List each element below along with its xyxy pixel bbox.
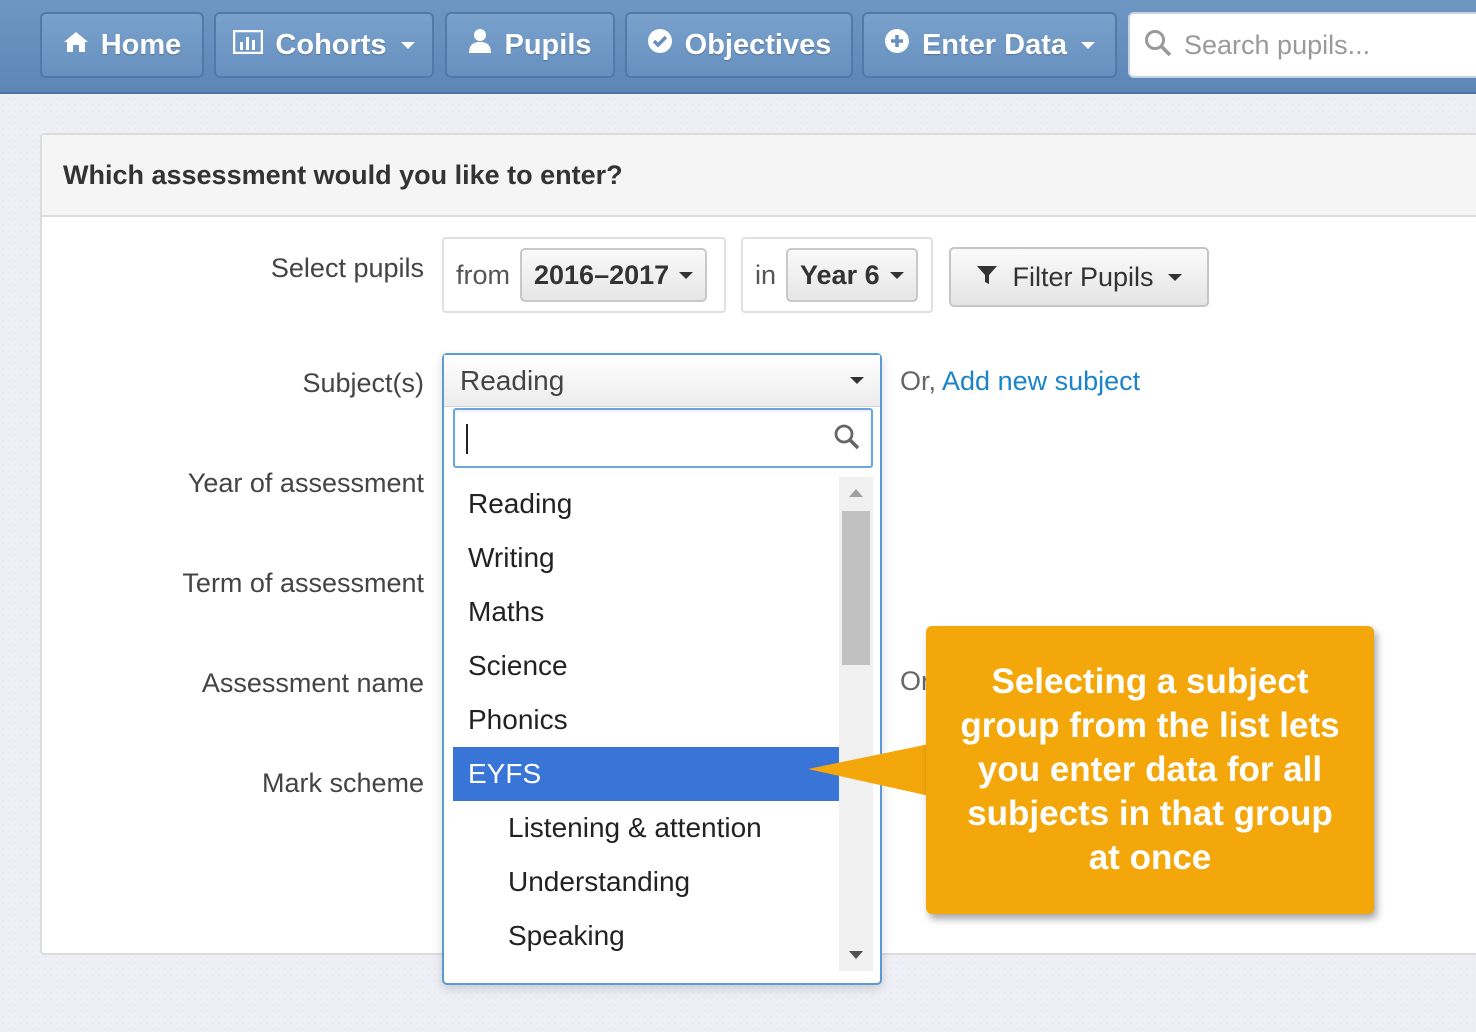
or-label: Or, [900, 366, 937, 396]
search-input[interactable] [1184, 29, 1464, 61]
filter-pupils-label: Filter Pupils [1012, 261, 1154, 292]
nav-enter-data-label: Enter Data [921, 28, 1068, 61]
nav-cohorts-label: Cohorts [275, 28, 387, 61]
subject-option[interactable]: Speaking [453, 909, 839, 963]
user-icon [468, 28, 492, 62]
subjects-label: Subject(s) [302, 368, 424, 398]
callout-box: Selecting a subject group from the list … [926, 626, 1374, 914]
subject-select-header[interactable]: Reading [444, 355, 880, 407]
chevron-down-icon [1167, 273, 1182, 281]
year-range-select[interactable]: 2016–2017 [520, 248, 708, 302]
add-new-subject-link[interactable]: Add new subject [942, 366, 1140, 396]
add-subject-row: Or, Add new subject [900, 366, 1140, 397]
bar-chart-icon [233, 29, 264, 62]
year-range-value: 2016–2017 [534, 259, 670, 290]
year-group-group: in Year 6 [741, 237, 933, 313]
subject-option[interactable]: Phonics [453, 693, 839, 747]
chevron-down-icon [679, 271, 694, 279]
mark-scheme-label: Mark scheme [261, 768, 424, 798]
nav-cohorts-button[interactable]: Cohorts [214, 12, 434, 78]
filter-pupils-button[interactable]: Filter Pupils [949, 247, 1209, 307]
subject-selected-value: Reading [460, 364, 565, 396]
select-pupils-label: Select pupils [270, 253, 424, 283]
chevron-down-icon [889, 271, 904, 279]
search-icon [1144, 29, 1172, 62]
filter-icon [976, 262, 998, 293]
nav-pupils-button[interactable]: Pupils [445, 12, 615, 78]
subject-dropdown[interactable]: Reading Reading Writing Maths Science Phonic… [442, 353, 882, 985]
year-of-assessment-label: Year of assessment [187, 468, 424, 498]
year-group-value: Year 6 [800, 259, 880, 290]
subject-option[interactable]: Listening & attention [453, 801, 839, 855]
top-navbar: Home Cohorts Pupils Objectives Enter Dat… [0, 0, 1476, 94]
chevron-down-icon [850, 377, 864, 384]
subject-option[interactable]: Writing [453, 531, 839, 585]
chevron-down-icon [400, 41, 415, 49]
scroll-up-icon[interactable] [849, 489, 863, 497]
nav-home-label: Home [100, 28, 182, 61]
nav-home-button[interactable]: Home [40, 12, 204, 78]
subject-option[interactable]: EYFS [453, 747, 839, 801]
in-label: in [755, 259, 777, 290]
subject-search-field[interactable] [453, 408, 873, 468]
callout-pointer [808, 743, 934, 797]
from-label: from [456, 259, 510, 290]
term-of-assessment-label: Term of assessment [182, 568, 424, 598]
scroll-down-icon[interactable] [849, 951, 863, 959]
subject-option[interactable]: Science [453, 639, 839, 693]
subject-option[interactable]: Maths [453, 585, 839, 639]
year-range-group: from 2016–2017 [442, 237, 726, 313]
text-cursor [466, 424, 468, 454]
plus-circle-icon [884, 28, 910, 62]
panel-title: Which assessment would you like to enter… [42, 135, 1476, 217]
subject-option[interactable]: Understanding [453, 855, 839, 909]
home-icon [63, 29, 89, 62]
subject-options-list: Reading Writing Maths Science Phonics EYFS Lis… [453, 477, 839, 963]
check-circle-icon [647, 28, 673, 62]
nav-pupils-label: Pupils [504, 28, 592, 61]
subject-option[interactable]: Reading [453, 477, 839, 531]
year-group-select[interactable]: Year 6 [786, 248, 918, 302]
nav-objectives-button[interactable]: Objectives [625, 12, 853, 78]
nav-objectives-label: Objectives [684, 28, 832, 61]
assessment-name-label: Assessment name [201, 668, 424, 698]
dropdown-scrollbar[interactable] [839, 477, 873, 971]
chevron-down-icon [1081, 41, 1096, 49]
pupil-search [1128, 12, 1476, 78]
callout-text: Selecting a subject group from the list … [960, 662, 1340, 877]
scroll-thumb[interactable] [842, 511, 870, 665]
nav-enter-data-button[interactable]: Enter Data [862, 12, 1117, 78]
